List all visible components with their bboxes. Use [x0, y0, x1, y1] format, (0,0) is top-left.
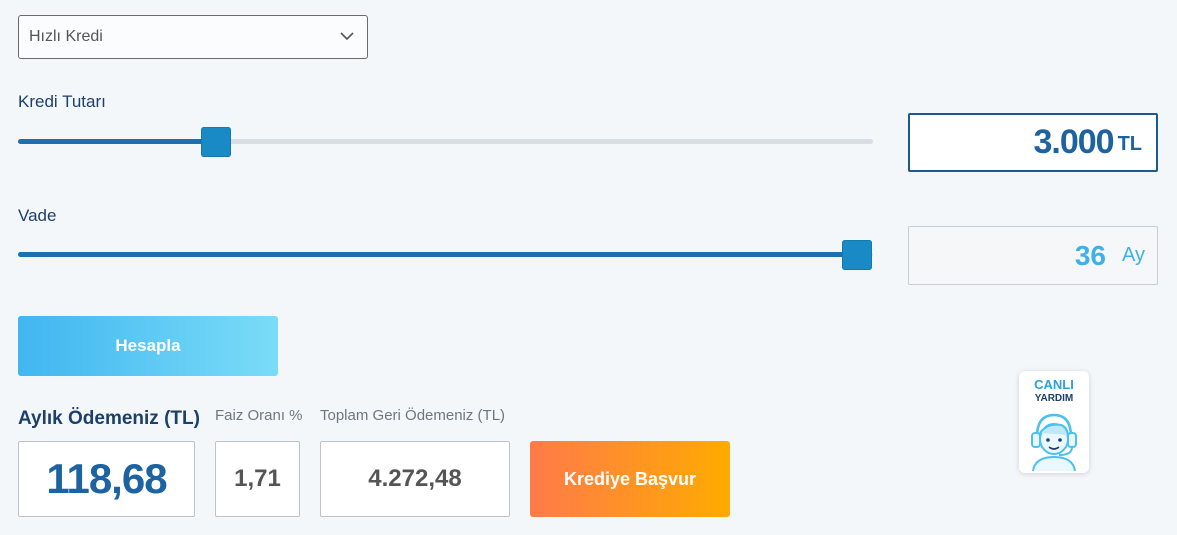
monthly-payment-label: Aylık Ödemeniz (TL)	[18, 408, 200, 429]
live-help-widget[interactable]: CANLI YARDIM	[1019, 371, 1089, 473]
term-value: 36	[1074, 239, 1107, 271]
calculate-button[interactable]: Hesapla	[18, 316, 278, 376]
loan-type-select[interactable]: Hızlı Kredi	[18, 15, 368, 59]
term-field[interactable]: 36 Ay	[908, 226, 1158, 285]
total-repayment-value: 4.272,48	[368, 465, 462, 492]
live-help-line1: CANLI	[1034, 377, 1074, 392]
amount-slider-fill	[18, 139, 216, 144]
loan-type-selected: Hızlı Kredi	[29, 28, 103, 45]
amount-label: Kredi Tutarı	[18, 92, 106, 111]
term-slider-fill	[18, 252, 857, 257]
amount-slider-thumb[interactable]	[201, 127, 231, 157]
monthly-payment-box: 118,68	[18, 441, 195, 517]
interest-rate-box: 1,71	[215, 441, 300, 517]
total-repayment-box: 4.272,48	[320, 441, 510, 517]
support-agent-icon	[1031, 413, 1077, 471]
chevron-down-icon	[340, 32, 354, 41]
amount-unit: TL	[1117, 133, 1142, 155]
interest-rate-value: 1,71	[234, 465, 281, 492]
live-help-line2: YARDIM	[1034, 393, 1074, 404]
interest-rate-label: Faiz Oranı %	[215, 407, 303, 424]
term-unit: Ay	[1122, 244, 1145, 266]
amount-value: 3.000	[1033, 123, 1114, 161]
apply-loan-button[interactable]: Krediye Başvur	[530, 441, 730, 517]
term-slider[interactable]	[18, 240, 873, 270]
monthly-payment-value: 118,68	[46, 455, 167, 502]
amount-field[interactable]: 3.000 TL	[908, 113, 1158, 172]
term-slider-thumb[interactable]	[842, 240, 872, 270]
total-repayment-label: Toplam Geri Ödemeniz (TL)	[320, 407, 506, 424]
amount-slider[interactable]	[18, 127, 873, 157]
term-label: Vade	[18, 206, 57, 225]
